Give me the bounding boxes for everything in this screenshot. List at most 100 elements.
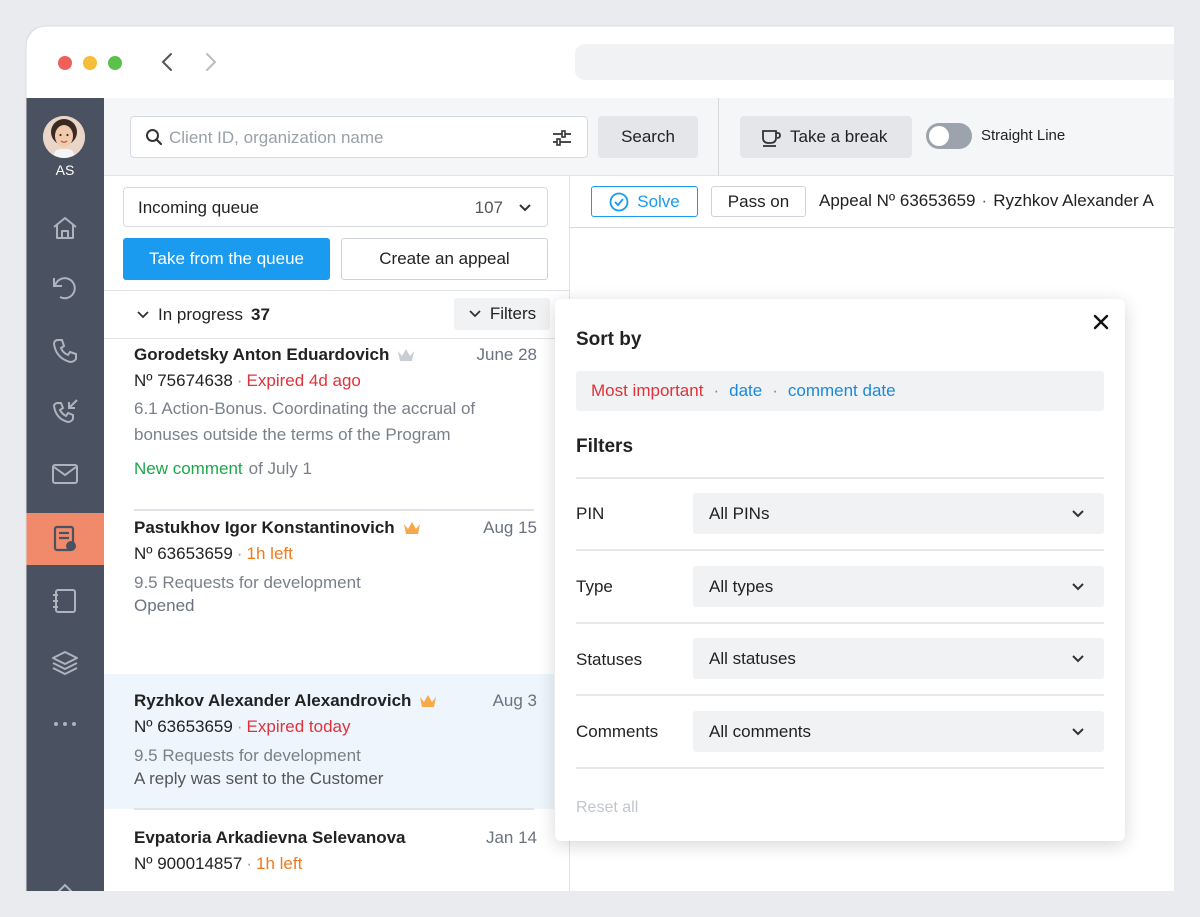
appeal-description: 9.5 Requests for development [134,746,361,765]
layers-icon[interactable] [50,648,80,678]
chevron-down-icon [1072,655,1084,663]
return-icon[interactable] [50,274,80,304]
search-input[interactable] [169,127,529,149]
collapse-arrow-icon[interactable] [50,878,80,891]
sort-option-comment-date[interactable]: comment date [788,381,896,401]
solve-button[interactable]: Solve [591,186,698,217]
queue-select[interactable]: Incoming queue 107 [123,187,548,227]
close-icon[interactable] [1093,314,1109,330]
back-arrow-icon[interactable] [156,50,180,74]
appeal-state: A reply was sent to the Customer [134,769,384,788]
deadline-status: Expired 4d ago [246,371,361,390]
filter-label-type: Type [576,577,613,596]
forward-arrow-icon[interactable] [198,50,222,74]
filter-label-pin: PIN [576,504,605,523]
in-progress-toggle[interactable]: In progress 37 [136,305,270,325]
chevron-down-icon [137,311,149,319]
deadline-status: 1h left [246,544,293,563]
incoming-call-icon[interactable] [50,397,80,427]
appeal-number-text: Nº 900014857 [134,854,243,873]
queue-panel: Incoming queue 107 Take from the queue C… [104,175,570,891]
search-icon [146,129,163,146]
sidebar: AS [26,98,104,891]
in-progress-label: In progress [158,305,244,324]
filter-settings-icon[interactable] [551,127,573,149]
appeal-description: 6.1 Action-Bonus. Coordinating the accru… [134,399,476,444]
filters-button[interactable]: Filters [454,298,550,330]
divider [576,694,1104,696]
divider [576,549,1104,551]
chevron-down-icon [519,204,531,212]
new-comment-text: New comment [134,459,243,478]
list-item[interactable]: Evpatoria Arkadievna Selevanova Jan 14 N… [104,816,554,891]
card-date: Aug 15 [483,518,537,537]
card-date: June 28 [476,345,538,364]
check-circle-icon [609,192,629,211]
appeals-icon [53,525,76,552]
take-a-break-label: Take a break [790,127,888,146]
search-button[interactable]: Search [598,116,698,158]
chevron-down-icon [469,310,481,318]
card-date: Jan 14 [485,828,537,847]
appeal-number-text: Nº 75674638 [134,371,233,390]
minimize-window-button[interactable] [83,56,97,70]
appeal-header: Solve Pass on Appeal Nº 63653659 · Ryzhkov… [570,175,1174,228]
straight-line-toggle[interactable] [926,123,972,149]
appeal-number-text: Nº 63653659 [134,544,233,563]
list-item[interactable]: Pastukhov Igor Konstantinovich Aug 15 Nº… [104,512,554,648]
statuses-select[interactable]: All statuses [693,638,1104,679]
address-bar[interactable] [575,44,1174,80]
sort-option-most-important[interactable]: Most important [591,381,703,401]
client-name-text: Pastukhov Igor Konstantinovich [134,518,395,537]
avatar[interactable] [43,116,85,158]
toggle-knob [929,126,949,146]
create-appeal-button[interactable]: Create an appeal [341,238,548,280]
notebook-icon[interactable] [50,586,80,616]
type-select[interactable]: All types [693,566,1104,607]
comments-select[interactable]: All comments [693,711,1104,752]
client-name: Ryzhkov Alexander Alexandrovich [134,691,437,711]
divider [576,622,1104,624]
take-a-break-button[interactable]: Take a break [740,116,912,158]
appeal-number: Nº 900014857 · 1h left [134,854,303,873]
appeal-number: Nº 63653659 · 1h left [134,544,293,563]
coffee-cup-icon [762,130,781,147]
pass-on-button[interactable]: Pass on [711,186,806,217]
crown-icon [398,349,415,361]
home-icon[interactable] [50,213,80,243]
client-name: Evpatoria Arkadievna Selevanova [134,828,406,848]
type-select-value: All types [709,577,774,596]
in-progress-count: 37 [251,305,270,324]
take-from-queue-button[interactable]: Take from the queue [123,238,330,280]
crown-icon [403,522,420,534]
filters-label: Filters [489,304,537,323]
pin-select[interactable]: All PINs [693,493,1104,534]
title-bar [26,26,1174,98]
sidebar-item-appeals[interactable] [26,513,104,565]
client-name-text: Evpatoria Arkadievna Selevanova [134,828,406,847]
more-icon[interactable] [50,709,80,739]
appeal-client-name: Ryzhkov Alexander A [993,191,1154,210]
divider [576,477,1104,479]
client-name: Pastukhov Igor Konstantinovich [134,518,421,538]
list-item[interactable]: Ryzhkov Alexander Alexandrovich Aug 3 Nº… [104,674,554,810]
sort-options: Most important · date · comment date [576,371,1104,411]
sort-option-date[interactable]: date [729,381,762,401]
close-window-button[interactable] [58,56,72,70]
maximize-window-button[interactable] [108,56,122,70]
sort-heading: Sort by [576,329,642,350]
filter-label-statuses: Statuses [576,650,643,669]
list-item[interactable]: Gorodetsky Anton Eduardovich June 28 Nº … [104,339,554,511]
phone-icon[interactable] [50,336,80,366]
sort-filter-popover: Sort by Most important · date · comment … [555,299,1125,841]
appeal-state: Opened [134,596,195,615]
chevron-down-icon [1072,510,1084,518]
reset-all-button[interactable]: Reset all [576,799,638,817]
mail-icon[interactable] [50,459,80,489]
appeal-description: 9.5 Requests for development [134,573,361,592]
new-comment-badge: New comment of July 1 [134,459,312,479]
appeal-number: Nº 75674638 · Expired 4d ago [134,371,361,390]
divider [134,509,534,511]
chevron-down-icon [1072,728,1084,736]
comments-select-value: All comments [709,722,812,741]
